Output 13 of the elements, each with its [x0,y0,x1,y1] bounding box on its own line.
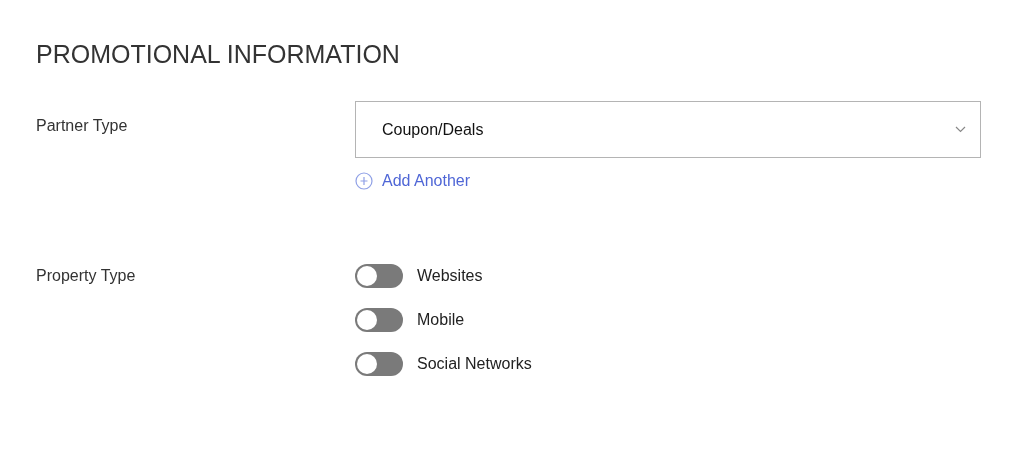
toggle-label: Mobile [417,311,465,329]
section-title: PROMOTIONAL INFORMATION [36,40,401,69]
toggle-switch[interactable] [355,264,403,288]
chevron-down-icon [955,126,966,133]
field-label: Property Type [36,266,137,286]
toggle-switch[interactable] [355,308,403,332]
field-label: Partner Type [36,116,129,136]
toggle-label: Websites [417,267,483,285]
partner-type-dropdown[interactable]: Coupon/Deals [355,101,981,158]
plus-circle-icon [355,172,373,190]
toggle-label: Social Networks [417,355,532,373]
add-another-link[interactable]: Add Another [355,172,471,190]
toggle-switch[interactable] [355,352,403,376]
